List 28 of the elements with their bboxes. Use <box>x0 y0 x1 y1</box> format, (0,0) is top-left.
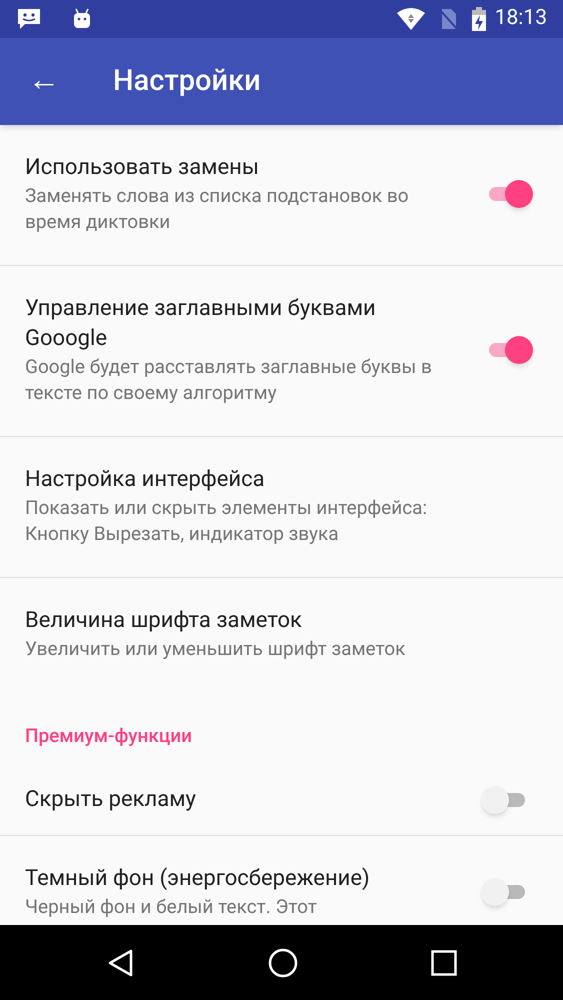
setting-title: Величина шрифта заметок <box>25 607 303 635</box>
setting-summary: Показать или скрыть элементы интерфейса: Кнопку Вырезать, индикатор звука <box>25 495 428 547</box>
setting-row[interactable]: Скрыть рекламу <box>0 764 563 834</box>
setting-row[interactable]: Величина шрифта заметок Увеличить или уменьшить шрифт заметок <box>0 578 563 692</box>
recents-icon[interactable] <box>430 950 456 976</box>
setting-title: Скрыть рекламу <box>25 786 197 814</box>
setting-title: Темный фон (энергосбережение) <box>25 864 371 892</box>
setting-row[interactable]: Темный фон (энергосбережение) Черный фон и белый текст. Этот <box>0 836 563 925</box>
setting-row[interactable]: Использовать замены Заменять слова из списка подстановок во время диктовки <box>0 125 563 265</box>
setting-title: Использовать замены <box>25 154 260 182</box>
setting-title: Настройка интерфейса <box>25 466 266 494</box>
setting-row[interactable]: Настройка интерфейса Показать или скрыть элементы интерфейса: Кнопку Вырезать, индикатор звука <box>0 437 563 577</box>
clock: 18:13 <box>494 5 547 32</box>
chat-icon <box>16 7 42 31</box>
setting-summary: Google будет расставлять заглавные буквы в тексте по своему алгоритму <box>25 354 433 406</box>
section-header: Премиум-функции <box>25 724 192 747</box>
setting-row[interactable]: Управление заглавными буквами Gooogle Google будет расставлять заглавные буквы в тексте по своему алгоритму <box>0 266 563 436</box>
screen-title: Настройки <box>113 62 261 100</box>
back-icon[interactable] <box>106 948 134 978</box>
battery-charging-icon <box>470 7 487 31</box>
wifi-icon <box>396 8 425 30</box>
back-button[interactable]: ← <box>0 62 88 100</box>
setting-summary: Увеличить или уменьшить шрифт заметок <box>25 636 406 662</box>
robot-icon <box>72 8 92 30</box>
home-icon[interactable] <box>268 948 298 978</box>
setting-title: Управление заглавными буквами Gooogle <box>25 295 377 353</box>
setting-summary: Черный фон и белый текст. Этот <box>25 894 318 920</box>
setting-summary: Заменять слова из списка подстановок во время диктовки <box>25 183 410 235</box>
